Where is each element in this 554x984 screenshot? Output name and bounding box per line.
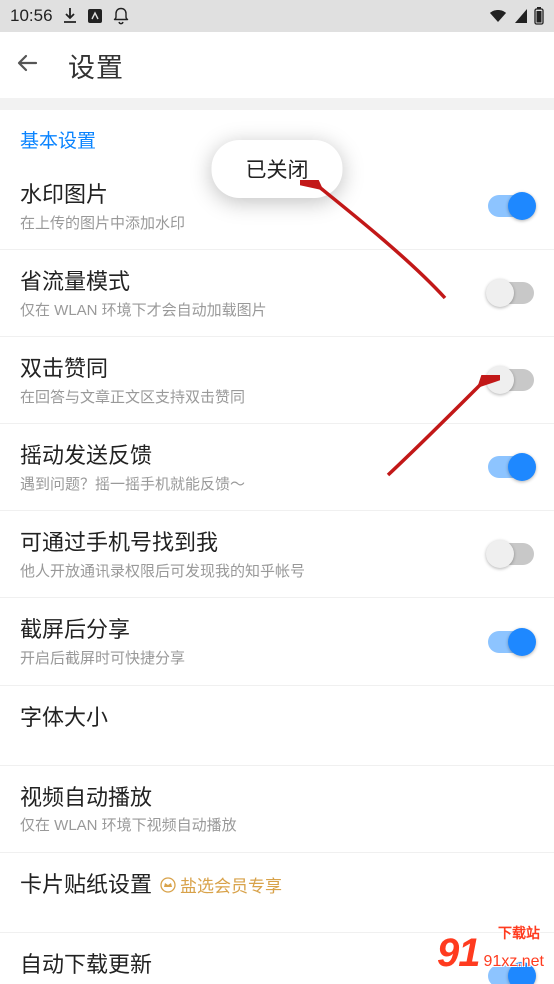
signal-icon <box>514 8 528 24</box>
section-divider <box>0 98 554 110</box>
setting-autodl[interactable]: 自动下载更新 仅 WLAN 环境下会自动下载 <box>0 933 554 984</box>
setting-sub: 仅在 WLAN 环境下才会自动加载图片 <box>20 301 464 321</box>
setting-findphone[interactable]: 可通过手机号找到我 他人开放通讯录权限后可发现我的知乎帐号 <box>0 511 554 598</box>
setting-fontsize[interactable]: 字体大小 <box>0 686 554 766</box>
vip-badge-text: 盐选会员专享 <box>180 872 282 897</box>
setting-title: 省流量模式 <box>20 268 464 297</box>
setting-title: 摇动发送反馈 <box>20 442 464 471</box>
switch-watermark[interactable] <box>488 195 534 217</box>
setting-sub: 在上传的图片中添加水印 <box>20 214 464 234</box>
battery-icon <box>534 7 544 25</box>
setting-datasaver[interactable]: 省流量模式 仅在 WLAN 环境下才会自动加载图片 <box>0 250 554 337</box>
page-title: 设置 <box>68 46 124 85</box>
switch-shotshare[interactable] <box>488 631 534 653</box>
app-root: 10:56 设置 <box>0 0 554 984</box>
setting-sub: 开启后截屏时可快捷分享 <box>20 649 464 669</box>
vip-badge: 盐选会员专享 <box>160 872 282 897</box>
setting-title: 截屏后分享 <box>20 616 464 645</box>
switch-doubletap[interactable] <box>488 369 534 391</box>
switch-findphone[interactable] <box>488 543 534 565</box>
crown-icon <box>160 877 176 893</box>
download-icon <box>63 8 77 24</box>
setting-sticker[interactable]: 卡片贴纸设置 盐选会员专享 <box>0 853 554 933</box>
setting-sub: 仅在 WLAN 环境下视频自动播放 <box>20 816 464 836</box>
setting-title: 字体大小 <box>20 704 464 733</box>
setting-sub: 遇到问题？摇一摇手机就能反馈～ <box>20 475 464 495</box>
arrow-left-icon <box>16 51 40 75</box>
setting-title: 视频自动播放 <box>20 784 464 813</box>
setting-shake[interactable]: 摇动发送反馈 遇到问题？摇一摇手机就能反馈～ <box>0 424 554 511</box>
switch-shake[interactable] <box>488 456 534 478</box>
app-bar: 设置 <box>0 32 554 98</box>
status-bar: 10:56 <box>0 0 554 32</box>
setting-autoplay[interactable]: 视频自动播放 仅在 WLAN 环境下视频自动播放 <box>0 766 554 853</box>
setting-title: 双击赞同 <box>20 355 464 384</box>
status-time: 10:56 <box>10 6 53 26</box>
wifi-icon <box>488 8 508 24</box>
setting-shotshare[interactable]: 截屏后分享 开启后截屏时可快捷分享 <box>0 598 554 685</box>
toast: 已关闭 <box>212 140 343 198</box>
setting-sub: 他人开放通讯录权限后可发现我的知乎帐号 <box>20 562 464 582</box>
setting-doubletap[interactable]: 双击赞同 在回答与文章正文区支持双击赞同 <box>0 337 554 424</box>
setting-title: 可通过手机号找到我 <box>20 529 464 558</box>
app-badge-icon <box>87 8 103 24</box>
setting-title: 自动下载更新 <box>20 951 464 980</box>
notification-icon <box>113 7 129 25</box>
setting-sub: 在回答与文章正文区支持双击赞同 <box>20 388 464 408</box>
status-left: 10:56 <box>10 6 129 26</box>
back-button[interactable] <box>16 51 40 80</box>
switch-datasaver[interactable] <box>488 282 534 304</box>
switch-autodl[interactable] <box>488 965 534 984</box>
setting-title: 卡片贴纸设置 <box>20 871 152 900</box>
status-right <box>488 7 544 25</box>
